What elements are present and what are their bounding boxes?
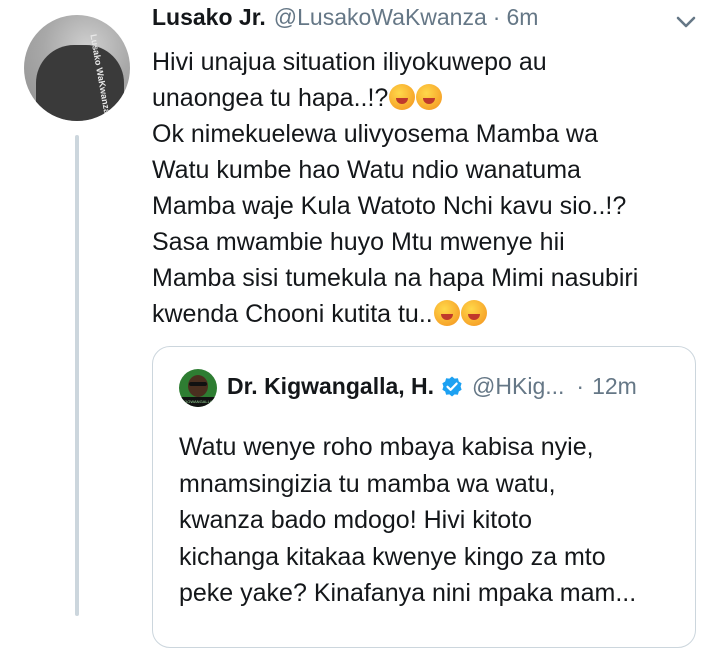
rofl-emoji-icon	[389, 84, 416, 110]
avatar-glasses	[189, 382, 207, 386]
tweet-timestamp[interactable]: 6m	[506, 4, 538, 31]
header-separator: ·	[492, 4, 501, 30]
tweet-text: Hivi unajua situation iliyokuwepo au una…	[152, 44, 704, 332]
verified-badge-icon	[442, 376, 462, 396]
quoted-line: mnamsingizia tu mamba wa watu,	[179, 469, 556, 498]
tweet-line: Mamba sisi tumekula na hapa Mimi nasubir…	[152, 264, 639, 292]
avatar-face	[188, 375, 208, 397]
quoted-header-separator: ·	[576, 373, 585, 399]
tweet-header: Lusako Jr. @LusakoWaKwanza · 6m	[152, 4, 538, 40]
laughing-emoji-icon	[416, 84, 443, 110]
quoted-line: kwanza bado mdogo! Hivi kitoto	[179, 506, 532, 534]
author-handle[interactable]: @LusakoWaKwanza	[274, 4, 487, 31]
tweet-line: Sasa mwambie huyo Mtu mwenye hii	[152, 228, 565, 256]
tweet-line: Mamba waje Kula Watoto Nchi kavu sio..!?	[152, 192, 627, 220]
chevron-down-icon[interactable]	[672, 8, 700, 36]
thread-line	[75, 135, 79, 616]
quoted-tweet-header: Dr. Kigwangalla, H. @HKig... · 12m	[227, 373, 637, 400]
tweet-line: kwenda Chooni kutita tu..	[152, 300, 433, 328]
tweet-line: unaongea tu hapa..!?	[152, 84, 389, 112]
quoted-line: kichanga kitakaa kwenye kingo za mto	[179, 542, 606, 571]
quoted-tweet-text: Watu wenye roho mbaya kabisa nyie, mnams…	[179, 429, 679, 612]
tweet-line: Watu kumbe hao Watu ndio wanatuma	[152, 156, 581, 184]
quoted-tweet-timestamp[interactable]: 12m	[592, 373, 637, 400]
quoted-author-handle[interactable]: @HKig...	[472, 373, 564, 400]
quoted-author-avatar[interactable]: KIGWANGALLA	[179, 369, 217, 407]
quoted-tweet-card[interactable]: KIGWANGALLA Dr. Kigwangalla, H. @HKig...…	[152, 346, 696, 648]
laughing-emoji-icon	[460, 300, 487, 326]
tweet-line: Ok nimekuelewa ulivyosema Mamba wa	[152, 120, 599, 148]
tweet-line: Hivi unajua situation iliyokuwepo au	[152, 48, 547, 76]
author-name[interactable]: Lusako Jr.	[152, 4, 266, 31]
quoted-author-name[interactable]: Dr. Kigwangalla, H.	[227, 373, 434, 400]
avatar-band-text: KIGWANGALLA	[179, 397, 217, 407]
author-avatar[interactable]: Lusako WaKwanza	[24, 15, 130, 121]
quoted-line: Watu wenye roho mbaya kabisa nyie,	[179, 433, 594, 461]
rofl-emoji-icon	[433, 300, 460, 326]
quoted-line: peke yake? Kinafanya nini mpaka mam...	[179, 579, 637, 607]
